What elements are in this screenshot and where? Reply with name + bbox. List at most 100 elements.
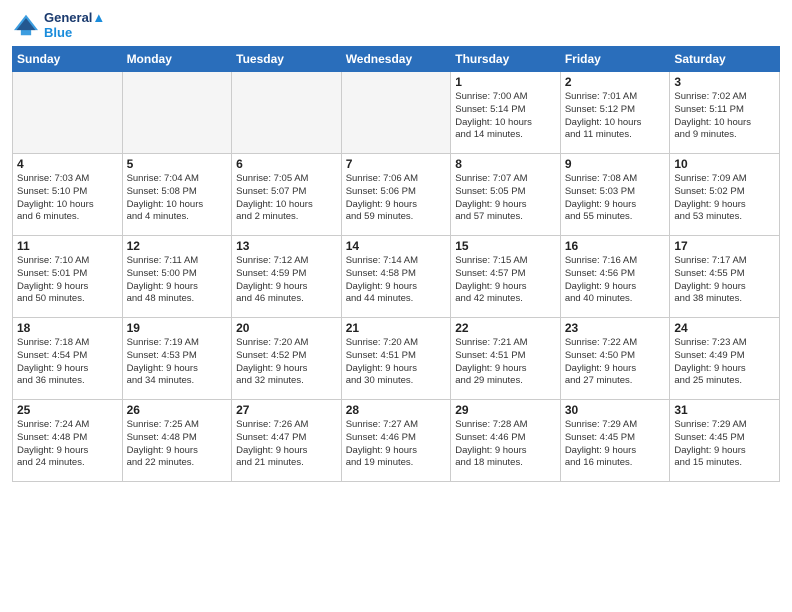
day-number: 4 (17, 157, 118, 171)
day-info: Sunrise: 7:07 AMSunset: 5:05 PMDaylight:… (455, 173, 556, 224)
day-info: Sunrise: 7:17 AMSunset: 4:55 PMDaylight:… (674, 255, 775, 306)
calendar-day-1: 1 Sunrise: 7:00 AMSunset: 5:14 PMDaylight… (451, 72, 561, 154)
calendar-day-19: 19 Sunrise: 7:19 AMSunset: 4:53 PMDayligh… (122, 318, 232, 400)
logo-icon (12, 13, 40, 37)
day-info: Sunrise: 7:26 AMSunset: 4:47 PMDaylight:… (236, 419, 337, 470)
calendar-day-22: 22 Sunrise: 7:21 AMSunset: 4:51 PMDayligh… (451, 318, 561, 400)
calendar-day-30: 30 Sunrise: 7:29 AMSunset: 4:45 PMDayligh… (560, 400, 670, 482)
day-number: 16 (565, 239, 666, 253)
day-info: Sunrise: 7:21 AMSunset: 4:51 PMDaylight:… (455, 337, 556, 388)
calendar-day-26: 26 Sunrise: 7:25 AMSunset: 4:48 PMDayligh… (122, 400, 232, 482)
calendar-day-27: 27 Sunrise: 7:26 AMSunset: 4:47 PMDayligh… (232, 400, 342, 482)
day-number: 22 (455, 321, 556, 335)
day-info: Sunrise: 7:27 AMSunset: 4:46 PMDaylight:… (346, 419, 447, 470)
day-info: Sunrise: 7:28 AMSunset: 4:46 PMDaylight:… (455, 419, 556, 470)
calendar-day-8: 8 Sunrise: 7:07 AMSunset: 5:05 PMDaylight… (451, 154, 561, 236)
day-info: Sunrise: 7:24 AMSunset: 4:48 PMDaylight:… (17, 419, 118, 470)
calendar-day-5: 5 Sunrise: 7:04 AMSunset: 5:08 PMDaylight… (122, 154, 232, 236)
day-number: 8 (455, 157, 556, 171)
day-number: 7 (346, 157, 447, 171)
day-info: Sunrise: 7:29 AMSunset: 4:45 PMDaylight:… (674, 419, 775, 470)
day-info: Sunrise: 7:01 AMSunset: 5:12 PMDaylight:… (565, 91, 666, 142)
day-number: 3 (674, 75, 775, 89)
day-number: 25 (17, 403, 118, 417)
day-number: 19 (127, 321, 228, 335)
calendar-day-18: 18 Sunrise: 7:18 AMSunset: 4:54 PMDayligh… (13, 318, 123, 400)
calendar-day-15: 15 Sunrise: 7:15 AMSunset: 4:57 PMDayligh… (451, 236, 561, 318)
day-number: 15 (455, 239, 556, 253)
weekday-header-friday: Friday (560, 47, 670, 72)
day-number: 18 (17, 321, 118, 335)
calendar-day-24: 24Sunrise: 7:23 AMSunset: 4:49 PMDayligh… (670, 318, 780, 400)
calendar-week-4: 18 Sunrise: 7:18 AMSunset: 4:54 PMDayligh… (13, 318, 780, 400)
logo: General▲ Blue (12, 10, 105, 40)
day-number: 12 (127, 239, 228, 253)
day-info: Sunrise: 7:10 AMSunset: 5:01 PMDaylight:… (17, 255, 118, 306)
calendar-empty (341, 72, 451, 154)
day-info: Sunrise: 7:16 AMSunset: 4:56 PMDaylight:… (565, 255, 666, 306)
weekday-header-tuesday: Tuesday (232, 47, 342, 72)
calendar-day-20: 20 Sunrise: 7:20 AMSunset: 4:52 PMDayligh… (232, 318, 342, 400)
day-number: 17 (674, 239, 775, 253)
calendar-day-12: 12Sunrise: 7:11 AMSunset: 5:00 PMDayligh… (122, 236, 232, 318)
calendar-week-2: 4 Sunrise: 7:03 AMSunset: 5:10 PMDaylight… (13, 154, 780, 236)
calendar-day-16: 16 Sunrise: 7:16 AMSunset: 4:56 PMDayligh… (560, 236, 670, 318)
calendar-week-1: 1 Sunrise: 7:00 AMSunset: 5:14 PMDaylight… (13, 72, 780, 154)
day-number: 5 (127, 157, 228, 171)
day-info: Sunrise: 7:15 AMSunset: 4:57 PMDaylight:… (455, 255, 556, 306)
calendar-table: SundayMondayTuesdayWednesdayThursdayFrid… (12, 46, 780, 482)
day-info: Sunrise: 7:22 AMSunset: 4:50 PMDaylight:… (565, 337, 666, 388)
day-number: 21 (346, 321, 447, 335)
calendar-day-2: 2Sunrise: 7:01 AMSunset: 5:12 PMDaylight… (560, 72, 670, 154)
calendar-day-6: 6 Sunrise: 7:05 AMSunset: 5:07 PMDaylight… (232, 154, 342, 236)
day-info: Sunrise: 7:02 AMSunset: 5:11 PMDaylight:… (674, 91, 775, 142)
day-info: Sunrise: 7:03 AMSunset: 5:10 PMDaylight:… (17, 173, 118, 224)
day-info: Sunrise: 7:05 AMSunset: 5:07 PMDaylight:… (236, 173, 337, 224)
day-info: Sunrise: 7:12 AMSunset: 4:59 PMDaylight:… (236, 255, 337, 306)
day-number: 13 (236, 239, 337, 253)
day-number: 20 (236, 321, 337, 335)
calendar-empty (13, 72, 123, 154)
calendar-day-23: 23 Sunrise: 7:22 AMSunset: 4:50 PMDayligh… (560, 318, 670, 400)
day-info: Sunrise: 7:20 AMSunset: 4:52 PMDaylight:… (236, 337, 337, 388)
weekday-header-thursday: Thursday (451, 47, 561, 72)
calendar-week-3: 11Sunrise: 7:10 AMSunset: 5:01 PMDayligh… (13, 236, 780, 318)
day-info: Sunrise: 7:18 AMSunset: 4:54 PMDaylight:… (17, 337, 118, 388)
page: General▲ Blue SundayMondayTuesdayWednesd… (0, 0, 792, 492)
calendar-day-17: 17 Sunrise: 7:17 AMSunset: 4:55 PMDayligh… (670, 236, 780, 318)
calendar-day-29: 29 Sunrise: 7:28 AMSunset: 4:46 PMDayligh… (451, 400, 561, 482)
day-number: 23 (565, 321, 666, 335)
calendar-day-28: 28 Sunrise: 7:27 AMSunset: 4:46 PMDayligh… (341, 400, 451, 482)
day-number: 26 (127, 403, 228, 417)
calendar-day-11: 11Sunrise: 7:10 AMSunset: 5:01 PMDayligh… (13, 236, 123, 318)
day-number: 14 (346, 239, 447, 253)
calendar-day-21: 21 Sunrise: 7:20 AMSunset: 4:51 PMDayligh… (341, 318, 451, 400)
day-number: 1 (455, 75, 556, 89)
calendar-day-25: 25 Sunrise: 7:24 AMSunset: 4:48 PMDayligh… (13, 400, 123, 482)
day-number: 9 (565, 157, 666, 171)
weekday-header-sunday: Sunday (13, 47, 123, 72)
weekday-header-monday: Monday (122, 47, 232, 72)
header: General▲ Blue (12, 10, 780, 40)
logo-text: General▲ Blue (44, 10, 105, 40)
calendar-day-3: 3 Sunrise: 7:02 AMSunset: 5:11 PMDaylight… (670, 72, 780, 154)
calendar-day-7: 7Sunrise: 7:06 AMSunset: 5:06 PMDaylight… (341, 154, 451, 236)
weekday-header-wednesday: Wednesday (341, 47, 451, 72)
day-info: Sunrise: 7:20 AMSunset: 4:51 PMDaylight:… (346, 337, 447, 388)
day-number: 24 (674, 321, 775, 335)
day-info: Sunrise: 7:04 AMSunset: 5:08 PMDaylight:… (127, 173, 228, 224)
day-number: 31 (674, 403, 775, 417)
day-info: Sunrise: 7:19 AMSunset: 4:53 PMDaylight:… (127, 337, 228, 388)
day-number: 28 (346, 403, 447, 417)
day-number: 27 (236, 403, 337, 417)
calendar-day-4: 4 Sunrise: 7:03 AMSunset: 5:10 PMDaylight… (13, 154, 123, 236)
day-info: Sunrise: 7:00 AMSunset: 5:14 PMDaylight:… (455, 91, 556, 142)
day-number: 30 (565, 403, 666, 417)
day-info: Sunrise: 7:29 AMSunset: 4:45 PMDaylight:… (565, 419, 666, 470)
calendar-day-10: 10Sunrise: 7:09 AMSunset: 5:02 PMDayligh… (670, 154, 780, 236)
calendar-day-31: 31 Sunrise: 7:29 AMSunset: 4:45 PMDayligh… (670, 400, 780, 482)
calendar-day-13: 13 Sunrise: 7:12 AMSunset: 4:59 PMDayligh… (232, 236, 342, 318)
day-number: 29 (455, 403, 556, 417)
day-info: Sunrise: 7:25 AMSunset: 4:48 PMDaylight:… (127, 419, 228, 470)
day-number: 6 (236, 157, 337, 171)
